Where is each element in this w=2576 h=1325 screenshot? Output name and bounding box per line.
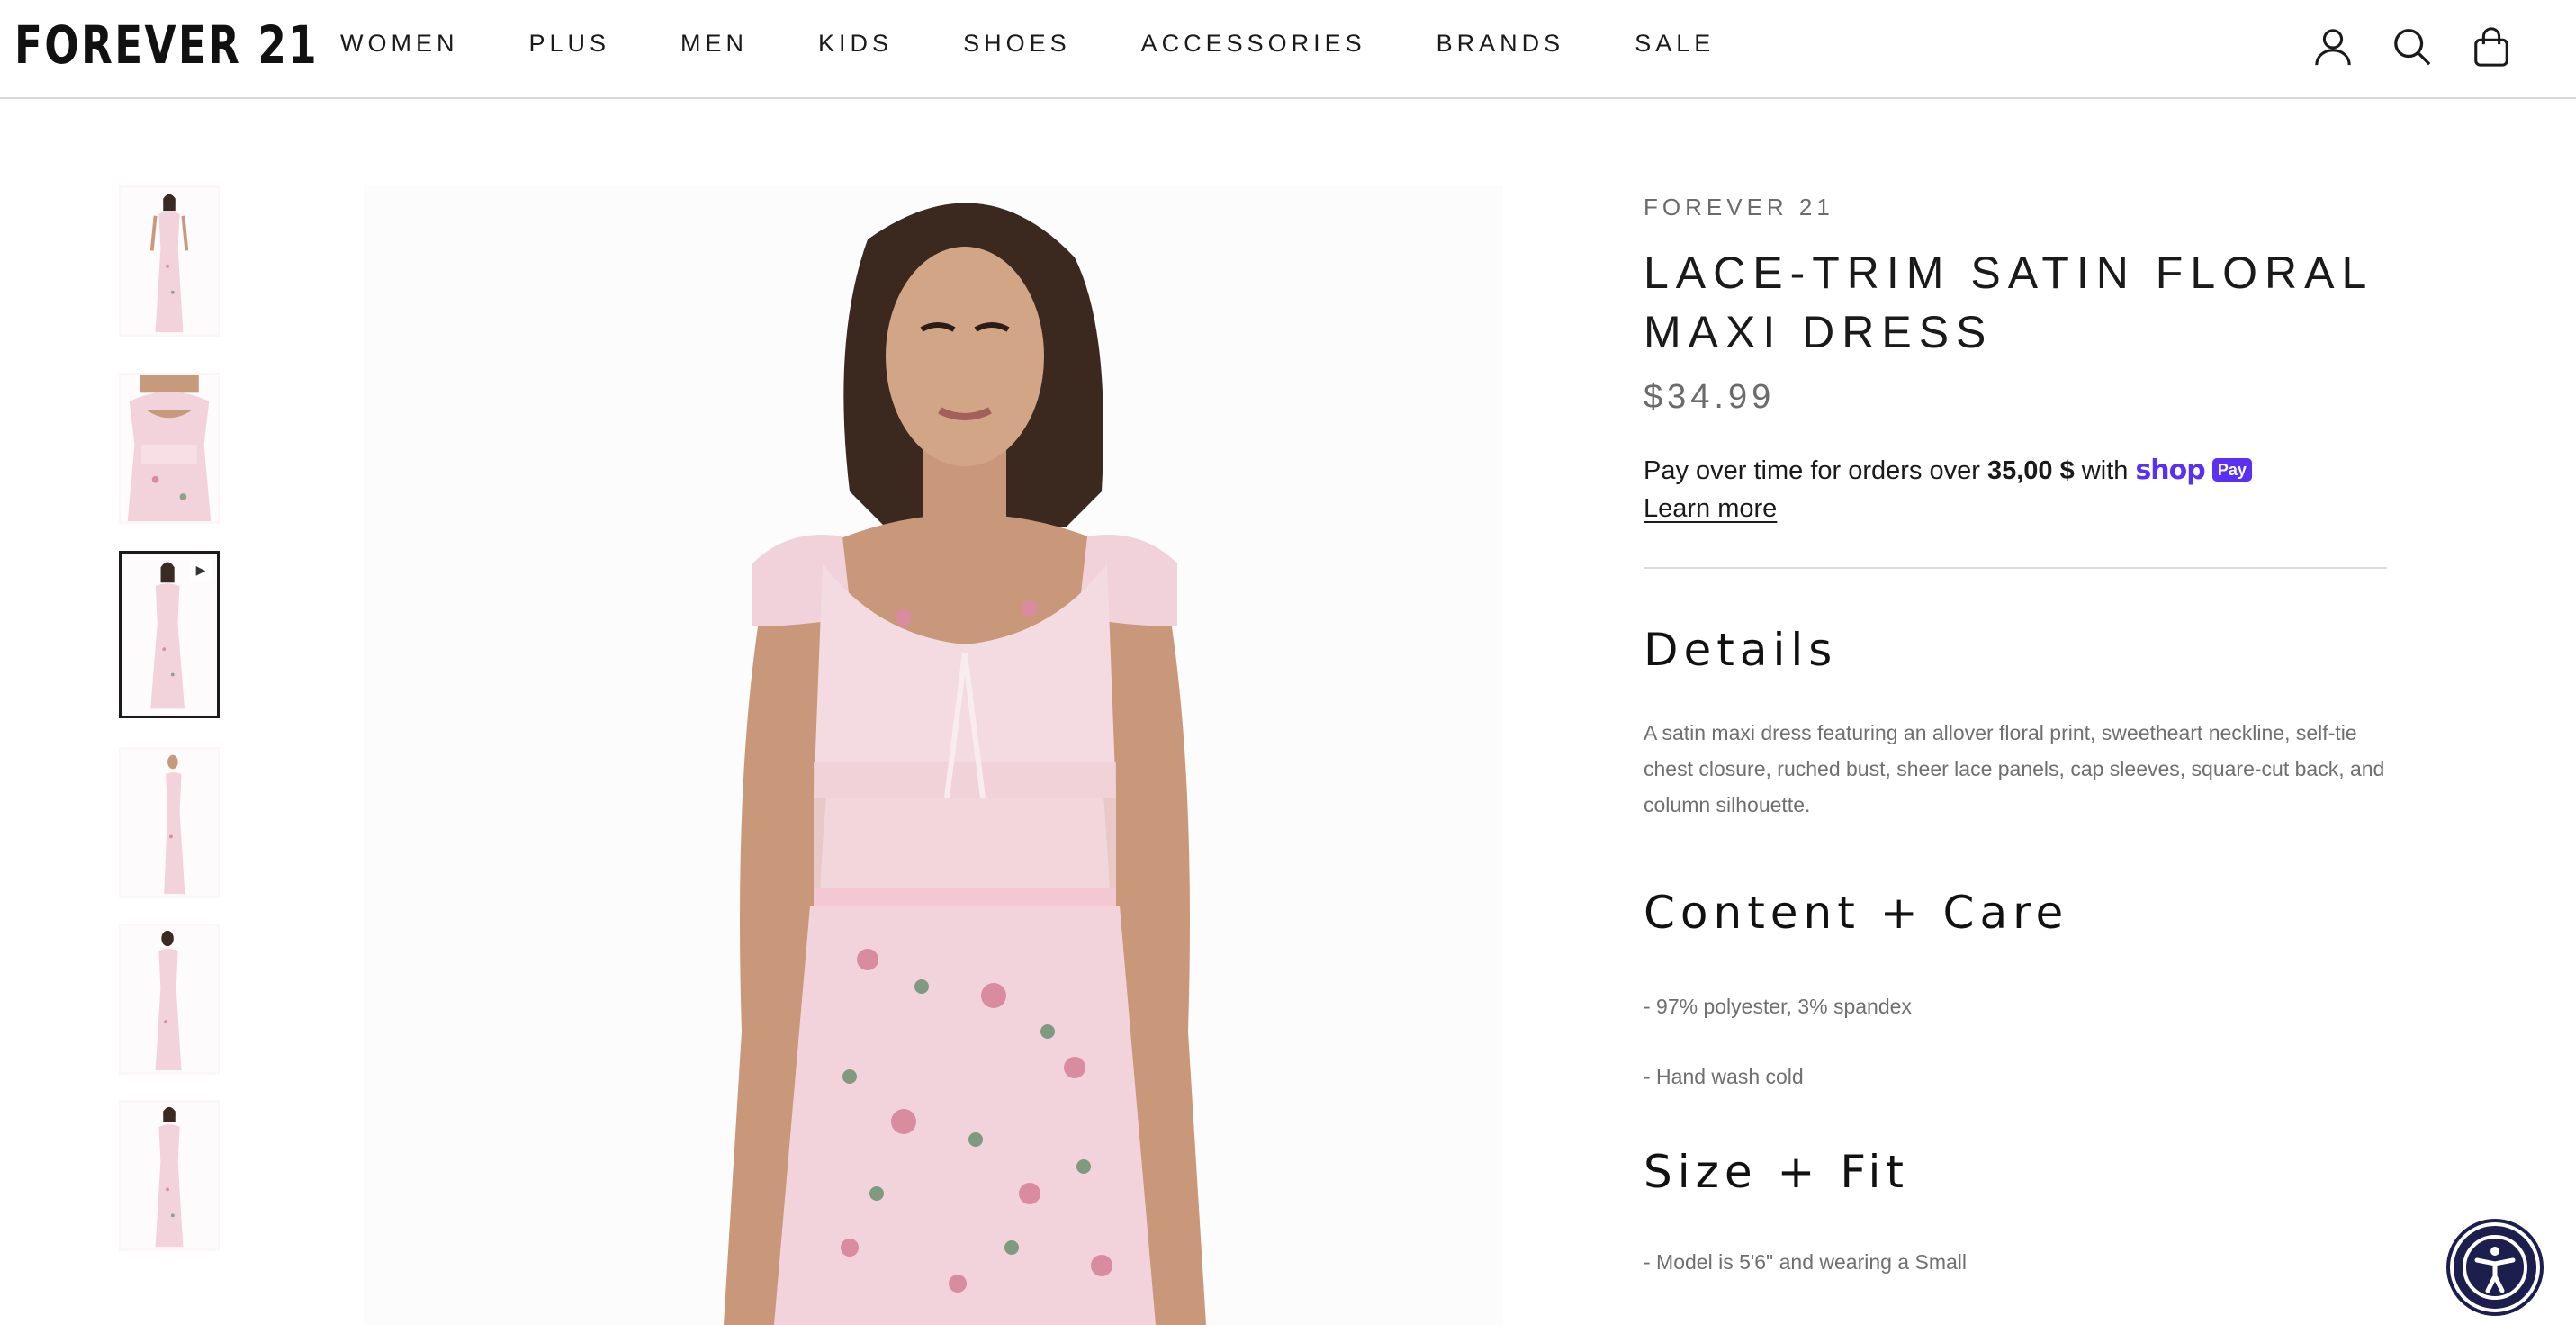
details-heading: Details [1644,624,1838,676]
shop-pay-amount: 35,00 $ [1986,456,2075,485]
main-product-image[interactable] [364,185,1503,1325]
size-fit-heading: Size + Fit [1644,1146,1909,1198]
thumbnail-2[interactable] [119,373,220,524]
nav-men[interactable]: MEN [680,27,748,59]
care-line-material: - 97% polyester, 3% spandex [1644,995,1912,1018]
learn-more-link[interactable]: Learn more [1644,490,1777,527]
product-brand[interactable]: FOREVER 21 [1644,191,2387,223]
details-body: A satin maxi dress featuring an allover … [1644,721,2385,816]
thumbnail-4[interactable] [119,747,220,898]
shop-pay-installments: Pay over time for orders over 35,00 $ wi… [1644,452,2387,527]
thumbnail-6[interactable] [119,1100,220,1251]
shop-pay-with: with [2074,456,2136,485]
site-logo[interactable]: FOREVER 21 [14,16,319,74]
nav-sale[interactable]: SALE [1635,27,1715,59]
nav-kids[interactable]: KIDS [818,27,893,59]
nav-plus[interactable]: PLUS [528,27,610,59]
product-price: $34.99 [1644,378,1776,416]
thumbnail-1[interactable] [119,185,220,337]
content-care-heading: Content + Care [1644,887,2069,939]
nav-accessories[interactable]: ACCESSORIES [1141,27,1366,59]
product-info: FOREVER 21 LACE-TRIM SATIN FLORAL MAXI D… [1644,191,2387,1280]
shop-pay-logo: shop [2135,455,2205,486]
divider [1644,567,2387,569]
product-title: LACE-TRIM SATIN FLORAL MAXI DRESS [1644,248,2373,357]
accessibility-icon[interactable] [2450,1222,2540,1312]
account-icon[interactable] [2306,20,2360,74]
bag-icon[interactable] [2464,20,2518,74]
thumbnail-3-video[interactable]: ▶ [119,551,220,718]
fit-line-model: - Model is 5'6" and wearing a Small [1644,1250,1968,1274]
search-icon[interactable] [2385,20,2439,74]
header-actions [2306,20,2576,74]
play-icon: ▶ [190,559,212,581]
shop-pay-text: Pay over time for orders over [1644,456,1987,485]
main-nav: WOMEN PLUS MEN KIDS SHOES ACCESSORIES BR… [340,27,1785,59]
nav-women[interactable]: WOMEN [340,27,458,59]
shop-pay-badge: Pay [2211,458,2252,482]
nav-shoes[interactable]: SHOES [963,27,1071,59]
thumbnail-5[interactable] [119,924,220,1075]
nav-brands[interactable]: BRANDS [1437,27,1565,59]
site-header: FOREVER 21 WOMEN PLUS MEN KIDS SHOES ACC… [0,0,2576,99]
care-line-wash: - Hand wash cold [1644,1065,1804,1088]
